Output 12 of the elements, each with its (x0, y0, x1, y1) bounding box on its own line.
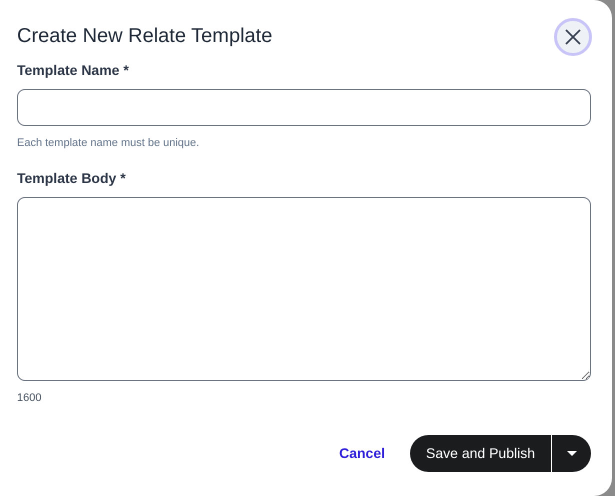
close-icon (564, 28, 582, 46)
close-button[interactable] (554, 18, 592, 56)
dropdown-button[interactable] (552, 435, 591, 472)
character-counter: 1600 (17, 390, 42, 406)
cancel-link[interactable]: Cancel (339, 443, 386, 464)
caret-icon (566, 451, 576, 456)
helper-text: Each template name must be unique. (17, 136, 200, 151)
field-label: Template Body * (17, 168, 127, 188)
input-field[interactable] (17, 89, 591, 126)
save-and-publish-button[interactable]: Save and Publish (410, 435, 552, 472)
field-label: Template Name * (17, 61, 130, 80)
dialog-title: Create New Relate Template (17, 24, 272, 49)
